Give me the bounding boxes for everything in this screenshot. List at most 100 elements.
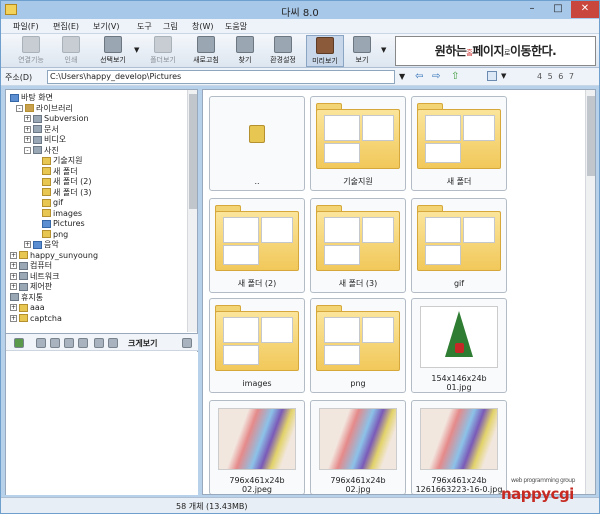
tree-node[interactable]: 바탕 화면 bbox=[10, 93, 53, 103]
tree-node[interactable]: - 사진 bbox=[24, 146, 59, 156]
folder-item[interactable]: 새 폴더 (2) bbox=[209, 198, 305, 293]
back-icon[interactable]: ⇦ bbox=[415, 71, 423, 82]
view-mode-dropdown-arrow[interactable]: ▼ bbox=[501, 72, 506, 80]
tree-node[interactable]: 휴지통 bbox=[10, 293, 43, 303]
maximize-button[interactable]: □ bbox=[545, 1, 571, 18]
expand-icon[interactable]: + bbox=[24, 136, 31, 143]
expand-icon[interactable]: + bbox=[10, 272, 17, 280]
thumbnail-scrollbar[interactable] bbox=[585, 90, 595, 494]
tree-node[interactable]: + aaa bbox=[10, 303, 45, 313]
tree-scrollbar-thumb[interactable] bbox=[189, 94, 197, 209]
tree-node[interactable]: + 문서 bbox=[24, 125, 59, 135]
view-button[interactable]: 보기 bbox=[349, 35, 375, 67]
connect-button[interactable]: 연결기능 bbox=[11, 35, 51, 67]
expand-icon[interactable]: + bbox=[10, 251, 17, 259]
thumbnail-scrollbar-thumb[interactable] bbox=[587, 96, 595, 176]
expand-icon[interactable]: + bbox=[10, 314, 17, 322]
address-field[interactable]: C:\Users\happy_develop\Pictures bbox=[47, 70, 395, 84]
expand-icon[interactable]: + bbox=[10, 304, 17, 311]
tree-node[interactable]: + 비디오 bbox=[24, 135, 66, 145]
tree-node[interactable]: images bbox=[42, 209, 82, 219]
settings-button[interactable]: 환경설정 bbox=[263, 35, 303, 67]
forward-icon[interactable]: ⇨ bbox=[432, 71, 440, 82]
collapse-icon[interactable]: - bbox=[16, 104, 23, 112]
save-icon[interactable] bbox=[14, 338, 24, 348]
title-bar[interactable]: 다씨 8.0 – □ ✕ bbox=[1, 1, 599, 19]
menu-image[interactable]: 그림 bbox=[163, 21, 178, 32]
view-mode-icon[interactable] bbox=[487, 71, 497, 81]
tree-node[interactable]: gif bbox=[42, 198, 63, 208]
tree-node[interactable]: png bbox=[42, 230, 68, 240]
refresh-button[interactable]: 새로고침 bbox=[187, 35, 225, 67]
print-button[interactable]: 인쇄 bbox=[53, 35, 89, 67]
folder-item[interactable]: png bbox=[310, 298, 406, 393]
rotate-icon[interactable] bbox=[94, 338, 104, 348]
tree-node[interactable]: + happy_sunyoung bbox=[10, 251, 98, 261]
folder-item[interactable]: 새 폴더 bbox=[411, 96, 507, 191]
folder-content-preview bbox=[425, 217, 461, 243]
close-button[interactable]: ✕ bbox=[571, 1, 599, 18]
image-item[interactable]: 796x461x24b 1261663223-16-0.jpg bbox=[411, 400, 507, 494]
item-label: images bbox=[242, 379, 272, 388]
folder-item[interactable]: gif bbox=[411, 198, 507, 293]
up-folder-icon[interactable]: ⇧ bbox=[451, 71, 459, 82]
expand-icon[interactable]: + bbox=[10, 283, 17, 290]
menu-edit[interactable]: 편집(E) bbox=[53, 21, 79, 32]
folder-content-preview bbox=[324, 317, 360, 343]
tree-node[interactable]: + 음악 bbox=[24, 240, 59, 250]
expand-icon[interactable]: + bbox=[24, 115, 31, 122]
folder-tree: 바탕 화면 - 라이브러리 + Subversion + 문서 + 비디오 - 사진 기술지원 새 폴더… bbox=[6, 90, 198, 332]
image-item[interactable]: 796x461x24b 02.jpeg bbox=[209, 400, 305, 494]
zoom-icon[interactable] bbox=[50, 338, 60, 348]
menu-file[interactable]: 파일(F) bbox=[13, 21, 39, 32]
image-item[interactable]: 154x146x24b 01.jpg bbox=[411, 298, 507, 393]
expand-icon[interactable]: + bbox=[24, 241, 31, 248]
tree-node[interactable]: 새 폴더 (3) bbox=[42, 188, 92, 198]
banner-ad[interactable]: 원하는홈페이지로이동한다. bbox=[395, 36, 596, 66]
tree-scrollbar[interactable] bbox=[187, 90, 197, 332]
tree-node[interactable]: + 제어판 bbox=[10, 282, 52, 292]
folder-item[interactable]: 새 폴더 (3) bbox=[310, 198, 406, 293]
tree-node-label: 문서 bbox=[44, 124, 59, 134]
page-numbers[interactable]: 4 5 6 7 bbox=[537, 72, 574, 81]
collapse-icon[interactable]: - bbox=[24, 146, 31, 154]
find-button[interactable]: 찾기 bbox=[231, 35, 259, 67]
item-label: 02.jpeg bbox=[241, 485, 273, 494]
item-label: .. bbox=[254, 177, 260, 186]
folder-view-button[interactable]: 폴더보기 bbox=[143, 35, 183, 67]
menu-tools[interactable]: 도구 bbox=[137, 21, 152, 32]
menu-window[interactable]: 창(W) bbox=[192, 21, 214, 32]
preview-label[interactable]: 크게보기 bbox=[128, 338, 157, 349]
menu-bar: 파일(F) 편집(E) 보기(V) 도구 그림 창(W) 도움말 bbox=[1, 19, 599, 34]
expand-icon[interactable]: + bbox=[24, 125, 31, 133]
select-view-button[interactable]: 선택보기 bbox=[93, 35, 133, 67]
folder-item[interactable]: images bbox=[209, 298, 305, 393]
tree-node[interactable]: + 컴퓨터 bbox=[10, 261, 52, 271]
tree-node[interactable]: 새 폴더 (2) bbox=[42, 177, 92, 187]
menu-help[interactable]: 도움말 bbox=[225, 21, 247, 32]
parent-folder-item[interactable]: .. bbox=[209, 96, 305, 191]
tree-node[interactable]: + captcha bbox=[10, 314, 62, 324]
image-item[interactable]: 796x461x24b 02.jpg bbox=[310, 400, 406, 494]
tree-node[interactable]: + Subversion bbox=[24, 114, 89, 124]
select-view-dropdown-arrow[interactable]: ▼ bbox=[134, 46, 139, 54]
tree-node[interactable]: 기술지원 bbox=[42, 156, 82, 166]
tree-node[interactable]: + 네트워크 bbox=[10, 272, 59, 282]
window-title: 다씨 8.0 bbox=[281, 8, 319, 19]
view-dropdown-arrow[interactable]: ▼ bbox=[381, 46, 386, 54]
address-dropdown-arrow[interactable]: ▼ bbox=[399, 72, 405, 81]
menu-view[interactable]: 보기(V) bbox=[93, 21, 119, 32]
tree-node[interactable]: 새 폴더 bbox=[42, 167, 78, 177]
preview-options-icon[interactable] bbox=[182, 338, 192, 348]
zoom-in-icon[interactable] bbox=[64, 338, 74, 348]
minimize-button[interactable]: – bbox=[519, 1, 545, 18]
preview-area bbox=[6, 352, 198, 495]
slideshow-icon[interactable] bbox=[108, 338, 118, 348]
tree-node[interactable]: - 라이브러리 bbox=[16, 104, 73, 114]
tree-node[interactable]: Pictures bbox=[42, 219, 85, 229]
expand-icon[interactable]: + bbox=[10, 262, 17, 269]
fit-icon[interactable] bbox=[78, 338, 88, 348]
folder-item[interactable]: 기술지원 bbox=[310, 96, 406, 191]
zoom-out-icon[interactable] bbox=[36, 338, 46, 348]
preview-button[interactable]: 미리보기 bbox=[306, 35, 344, 67]
